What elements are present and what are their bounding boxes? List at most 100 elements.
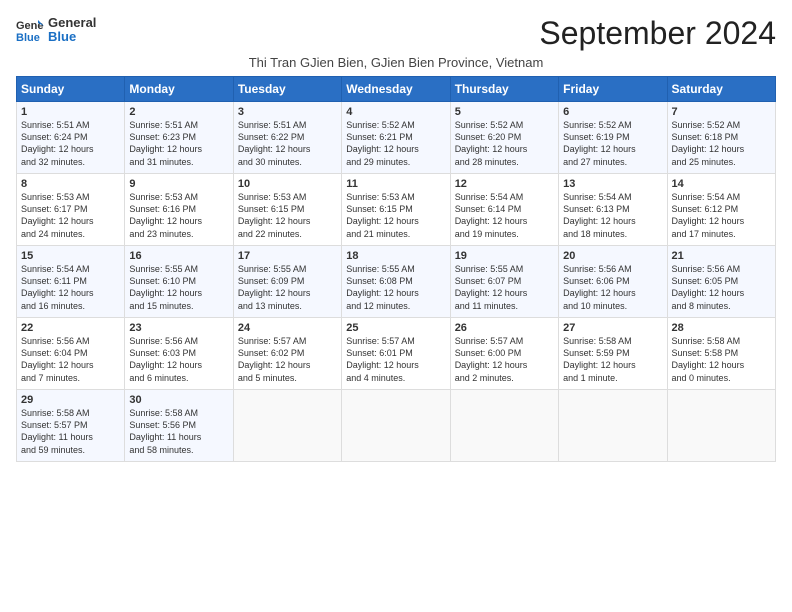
day-number: 7: [672, 106, 771, 118]
day-info: Sunrise: 5:56 AM Sunset: 6:03 PM Dayligh…: [129, 335, 228, 384]
calendar-table: Sunday Monday Tuesday Wednesday Thursday…: [16, 76, 776, 462]
calendar-cell: 23Sunrise: 5:56 AM Sunset: 6:03 PM Dayli…: [125, 318, 233, 390]
calendar-cell: [450, 390, 558, 462]
day-info: Sunrise: 5:53 AM Sunset: 6:17 PM Dayligh…: [21, 191, 120, 240]
day-number: 21: [672, 250, 771, 262]
calendar-cell: 19Sunrise: 5:55 AM Sunset: 6:07 PM Dayli…: [450, 246, 558, 318]
day-number: 5: [455, 106, 554, 118]
day-number: 18: [346, 250, 445, 262]
col-thursday: Thursday: [450, 77, 558, 102]
calendar-cell: [559, 390, 667, 462]
day-number: 19: [455, 250, 554, 262]
calendar-cell: 14Sunrise: 5:54 AM Sunset: 6:12 PM Dayli…: [667, 174, 775, 246]
day-info: Sunrise: 5:53 AM Sunset: 6:16 PM Dayligh…: [129, 191, 228, 240]
day-info: Sunrise: 5:55 AM Sunset: 6:08 PM Dayligh…: [346, 263, 445, 312]
logo-line2: Blue: [48, 30, 96, 44]
calendar-cell: 1Sunrise: 5:51 AM Sunset: 6:24 PM Daylig…: [17, 102, 125, 174]
day-number: 26: [455, 322, 554, 334]
calendar-week-2: 8Sunrise: 5:53 AM Sunset: 6:17 PM Daylig…: [17, 174, 776, 246]
day-info: Sunrise: 5:58 AM Sunset: 5:56 PM Dayligh…: [129, 407, 228, 456]
calendar-cell: 4Sunrise: 5:52 AM Sunset: 6:21 PM Daylig…: [342, 102, 450, 174]
day-info: Sunrise: 5:54 AM Sunset: 6:14 PM Dayligh…: [455, 191, 554, 240]
day-number: 1: [21, 106, 120, 118]
calendar-cell: 30Sunrise: 5:58 AM Sunset: 5:56 PM Dayli…: [125, 390, 233, 462]
calendar-cell: 29Sunrise: 5:58 AM Sunset: 5:57 PM Dayli…: [17, 390, 125, 462]
calendar-cell: 9Sunrise: 5:53 AM Sunset: 6:16 PM Daylig…: [125, 174, 233, 246]
title-area: September 2024: [539, 16, 776, 51]
day-info: Sunrise: 5:52 AM Sunset: 6:18 PM Dayligh…: [672, 119, 771, 168]
calendar-cell: 18Sunrise: 5:55 AM Sunset: 6:08 PM Dayli…: [342, 246, 450, 318]
logo-line1: General: [48, 16, 96, 30]
day-info: Sunrise: 5:58 AM Sunset: 5:58 PM Dayligh…: [672, 335, 771, 384]
logo: General Blue General Blue: [16, 16, 96, 45]
calendar-week-3: 15Sunrise: 5:54 AM Sunset: 6:11 PM Dayli…: [17, 246, 776, 318]
day-number: 15: [21, 250, 120, 262]
day-number: 2: [129, 106, 228, 118]
day-info: Sunrise: 5:53 AM Sunset: 6:15 PM Dayligh…: [346, 191, 445, 240]
day-number: 6: [563, 106, 662, 118]
calendar-cell: [667, 390, 775, 462]
day-number: 28: [672, 322, 771, 334]
day-info: Sunrise: 5:53 AM Sunset: 6:15 PM Dayligh…: [238, 191, 337, 240]
calendar-cell: 26Sunrise: 5:57 AM Sunset: 6:00 PM Dayli…: [450, 318, 558, 390]
header-area: General Blue General Blue September 2024: [16, 16, 776, 51]
day-info: Sunrise: 5:55 AM Sunset: 6:07 PM Dayligh…: [455, 263, 554, 312]
calendar-cell: 17Sunrise: 5:55 AM Sunset: 6:09 PM Dayli…: [233, 246, 341, 318]
col-tuesday: Tuesday: [233, 77, 341, 102]
day-info: Sunrise: 5:51 AM Sunset: 6:23 PM Dayligh…: [129, 119, 228, 168]
col-wednesday: Wednesday: [342, 77, 450, 102]
calendar-cell: 8Sunrise: 5:53 AM Sunset: 6:17 PM Daylig…: [17, 174, 125, 246]
day-info: Sunrise: 5:55 AM Sunset: 6:09 PM Dayligh…: [238, 263, 337, 312]
day-info: Sunrise: 5:51 AM Sunset: 6:22 PM Dayligh…: [238, 119, 337, 168]
calendar-cell: 11Sunrise: 5:53 AM Sunset: 6:15 PM Dayli…: [342, 174, 450, 246]
calendar-week-5: 29Sunrise: 5:58 AM Sunset: 5:57 PM Dayli…: [17, 390, 776, 462]
calendar-cell: [342, 390, 450, 462]
day-number: 12: [455, 178, 554, 190]
calendar-cell: 28Sunrise: 5:58 AM Sunset: 5:58 PM Dayli…: [667, 318, 775, 390]
day-number: 8: [21, 178, 120, 190]
subtitle: Thi Tran GJien Bien, GJien Bien Province…: [16, 55, 776, 70]
day-number: 4: [346, 106, 445, 118]
calendar-cell: 5Sunrise: 5:52 AM Sunset: 6:20 PM Daylig…: [450, 102, 558, 174]
calendar-cell: 15Sunrise: 5:54 AM Sunset: 6:11 PM Dayli…: [17, 246, 125, 318]
day-number: 30: [129, 394, 228, 406]
day-info: Sunrise: 5:57 AM Sunset: 6:02 PM Dayligh…: [238, 335, 337, 384]
day-number: 23: [129, 322, 228, 334]
col-monday: Monday: [125, 77, 233, 102]
day-number: 16: [129, 250, 228, 262]
day-number: 27: [563, 322, 662, 334]
calendar-cell: 2Sunrise: 5:51 AM Sunset: 6:23 PM Daylig…: [125, 102, 233, 174]
svg-text:Blue: Blue: [16, 32, 40, 44]
day-number: 13: [563, 178, 662, 190]
day-info: Sunrise: 5:55 AM Sunset: 6:10 PM Dayligh…: [129, 263, 228, 312]
day-info: Sunrise: 5:57 AM Sunset: 6:01 PM Dayligh…: [346, 335, 445, 384]
calendar-cell: 27Sunrise: 5:58 AM Sunset: 5:59 PM Dayli…: [559, 318, 667, 390]
calendar-cell: 16Sunrise: 5:55 AM Sunset: 6:10 PM Dayli…: [125, 246, 233, 318]
calendar-week-1: 1Sunrise: 5:51 AM Sunset: 6:24 PM Daylig…: [17, 102, 776, 174]
day-number: 11: [346, 178, 445, 190]
day-number: 24: [238, 322, 337, 334]
col-friday: Friday: [559, 77, 667, 102]
day-info: Sunrise: 5:54 AM Sunset: 6:13 PM Dayligh…: [563, 191, 662, 240]
header-row: Sunday Monday Tuesday Wednesday Thursday…: [17, 77, 776, 102]
day-info: Sunrise: 5:57 AM Sunset: 6:00 PM Dayligh…: [455, 335, 554, 384]
day-number: 17: [238, 250, 337, 262]
calendar-cell: 22Sunrise: 5:56 AM Sunset: 6:04 PM Dayli…: [17, 318, 125, 390]
day-number: 3: [238, 106, 337, 118]
day-info: Sunrise: 5:56 AM Sunset: 6:06 PM Dayligh…: [563, 263, 662, 312]
day-number: 9: [129, 178, 228, 190]
day-info: Sunrise: 5:58 AM Sunset: 5:57 PM Dayligh…: [21, 407, 120, 456]
day-info: Sunrise: 5:52 AM Sunset: 6:21 PM Dayligh…: [346, 119, 445, 168]
day-info: Sunrise: 5:58 AM Sunset: 5:59 PM Dayligh…: [563, 335, 662, 384]
calendar-cell: 6Sunrise: 5:52 AM Sunset: 6:19 PM Daylig…: [559, 102, 667, 174]
day-info: Sunrise: 5:51 AM Sunset: 6:24 PM Dayligh…: [21, 119, 120, 168]
calendar-page: General Blue General Blue September 2024…: [0, 0, 792, 470]
day-info: Sunrise: 5:56 AM Sunset: 6:05 PM Dayligh…: [672, 263, 771, 312]
calendar-cell: 13Sunrise: 5:54 AM Sunset: 6:13 PM Dayli…: [559, 174, 667, 246]
calendar-cell: 3Sunrise: 5:51 AM Sunset: 6:22 PM Daylig…: [233, 102, 341, 174]
calendar-cell: [233, 390, 341, 462]
calendar-week-4: 22Sunrise: 5:56 AM Sunset: 6:04 PM Dayli…: [17, 318, 776, 390]
day-number: 25: [346, 322, 445, 334]
calendar-cell: 10Sunrise: 5:53 AM Sunset: 6:15 PM Dayli…: [233, 174, 341, 246]
day-info: Sunrise: 5:52 AM Sunset: 6:19 PM Dayligh…: [563, 119, 662, 168]
